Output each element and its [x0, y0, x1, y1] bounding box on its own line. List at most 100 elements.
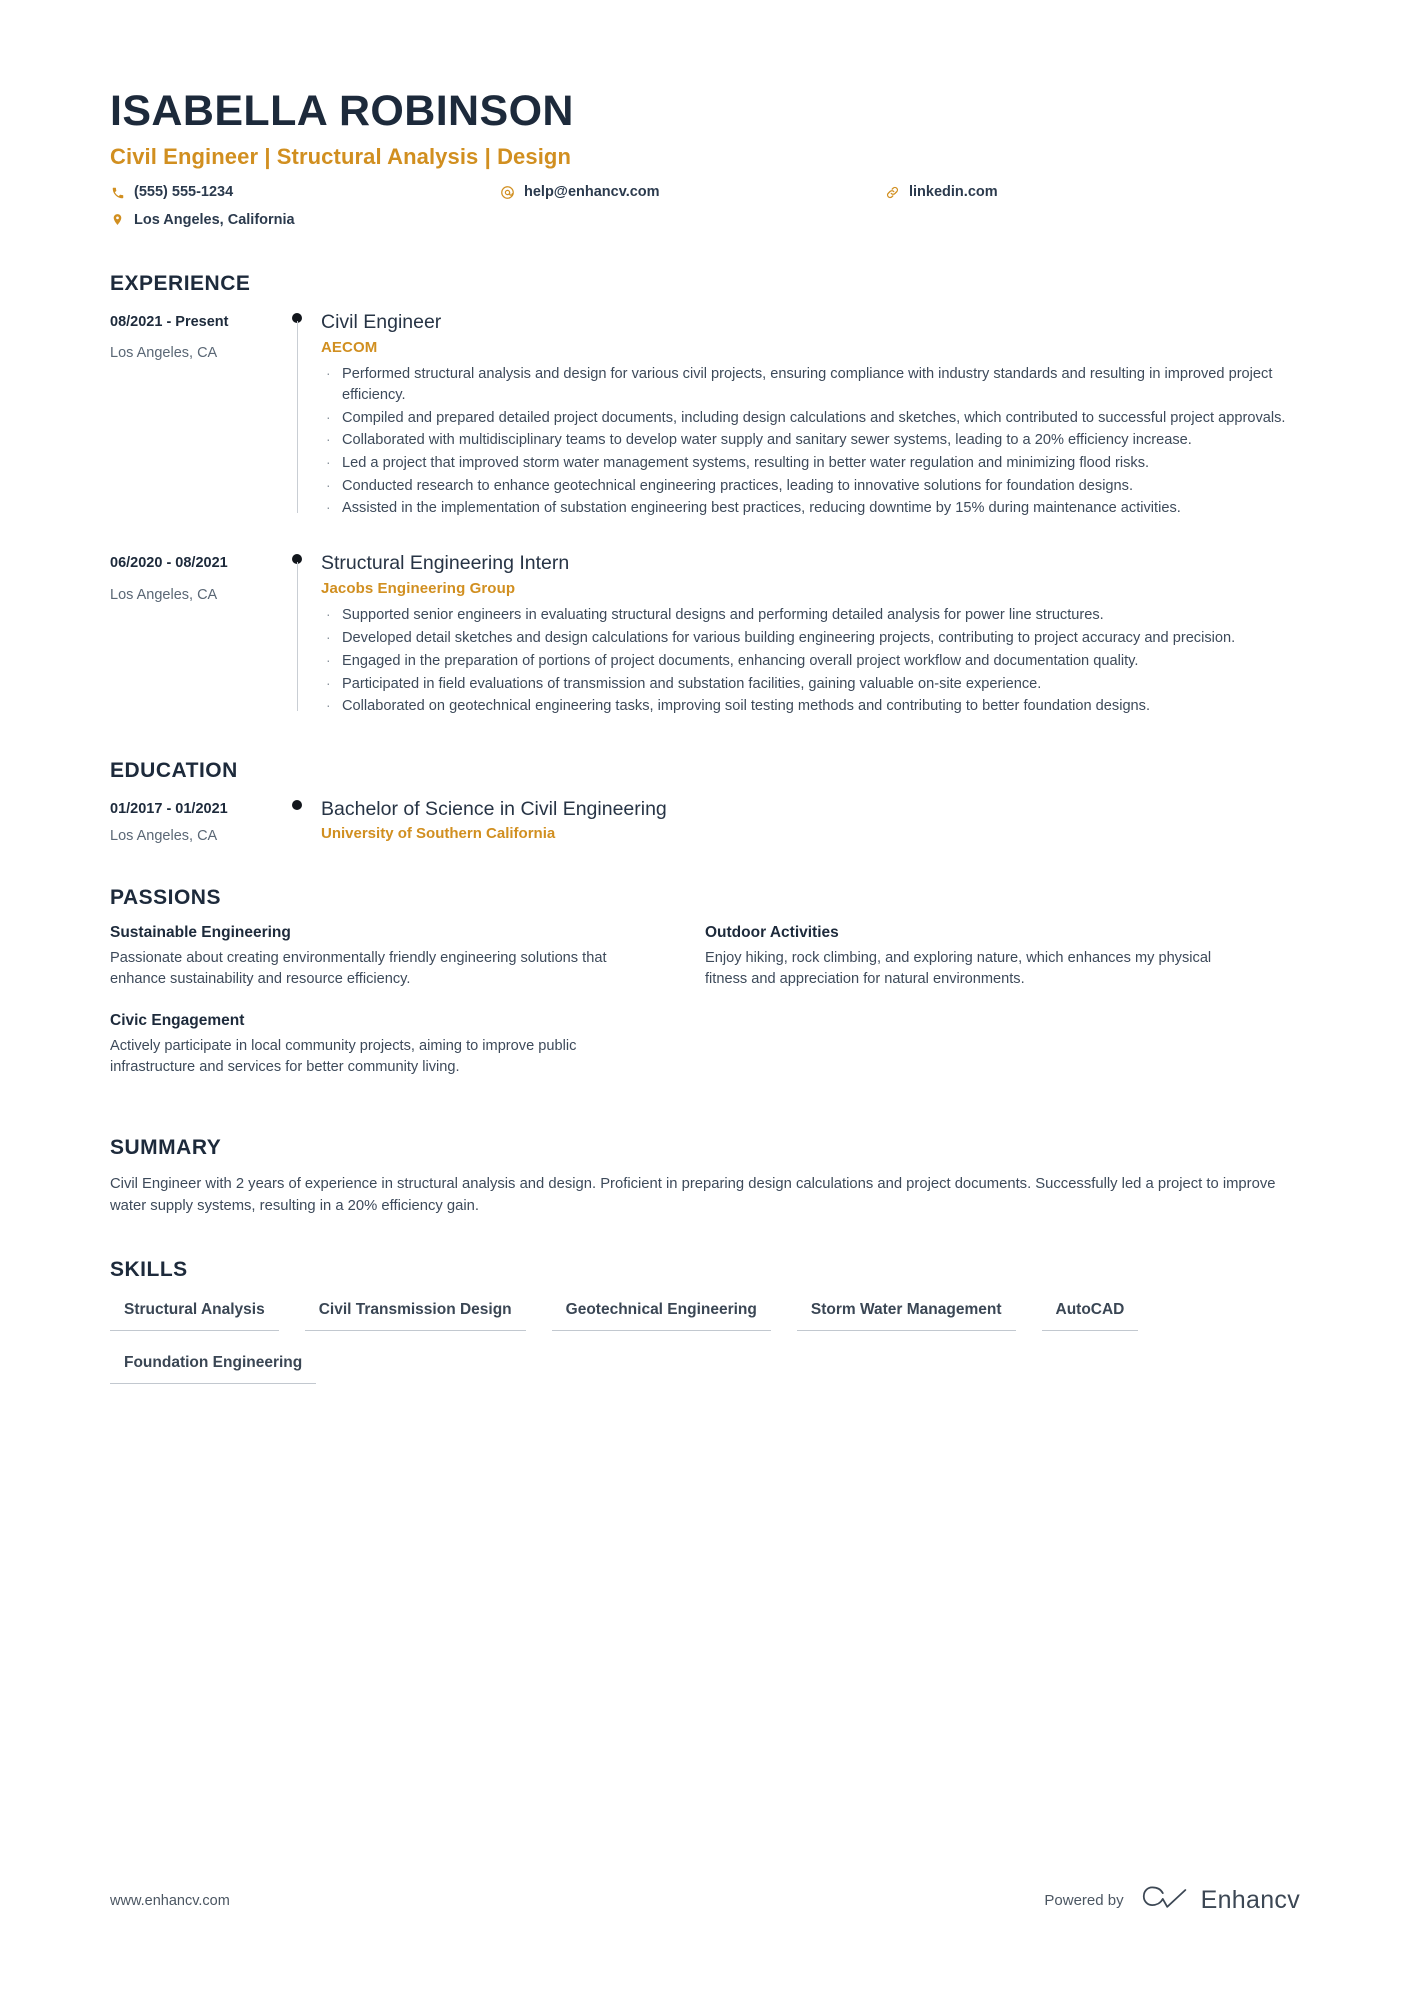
- education-school: University of Southern California: [321, 825, 556, 843]
- timeline-rail: [277, 551, 321, 719]
- experience-entry: 08/2021 - Present Los Angeles, CA Civil …: [110, 310, 1300, 521]
- experience-section-title: EXPERIENCE: [110, 271, 251, 295]
- resume-page: ISABELLA ROBINSON Civil Engineer | Struc…: [0, 0, 1410, 1995]
- education-entry: 01/2017 - 01/2021 Los Angeles, CA Bachel…: [110, 797, 1300, 844]
- bullet-text: Collaborated on geotechnical engineering…: [342, 698, 1151, 715]
- bullet-item: · Conducted research to enhance geotechn…: [321, 476, 1300, 497]
- bullet-item: · Supported senior engineers in evaluati…: [321, 605, 1300, 626]
- contact-row: (555) 555-1234 Los Angeles, California h…: [110, 183, 1300, 237]
- education-entry-date: 01/2017 - 01/2021: [110, 801, 228, 818]
- experience-section: EXPERIENCE 08/2021 - Present Los Angeles…: [110, 272, 1300, 719]
- timeline-rail: [277, 797, 321, 844]
- education-entry-meta: 01/2017 - 01/2021 Los Angeles, CA: [110, 797, 277, 844]
- summary-section-title: SUMMARY: [110, 1136, 222, 1160]
- footer-brand-block: Powered by Enhancv: [1044, 1884, 1300, 1917]
- skill-chip: Civil Transmission Design: [304, 1296, 526, 1332]
- bullet-text: Compiled and prepared detailed project d…: [342, 409, 1286, 426]
- experience-entry-date: 08/2021 - Present: [110, 313, 229, 330]
- bullet-dot-icon: ·: [326, 674, 331, 691]
- passion-text: Enjoy hiking, rock climbing, and explori…: [705, 949, 1212, 987]
- resume-header: ISABELLA ROBINSON Civil Engineer | Struc…: [110, 0, 1300, 238]
- bullet-text: Assisted in the implementation of substa…: [342, 500, 1181, 517]
- experience-entry-role: Structural Engineering Intern: [321, 552, 570, 575]
- bullet-dot-icon: ·: [326, 697, 331, 714]
- contact-email-text: help@enhancv.com: [524, 184, 660, 201]
- passion-title: Outdoor Activities: [705, 923, 839, 941]
- skills-list: Structural Analysis Civil Transmission D…: [110, 1296, 1300, 1402]
- candidate-headline: Civil Engineer | Structural Analysis | D…: [110, 144, 572, 170]
- passion-item: Outdoor Activities Enjoy hiking, rock cl…: [705, 924, 1300, 990]
- experience-entry-meta: 08/2021 - Present Los Angeles, CA: [110, 310, 277, 521]
- education-entry-location: Los Angeles, CA: [110, 827, 218, 844]
- experience-entry-location: Los Angeles, CA: [110, 345, 218, 362]
- bullet-text: Participated in field evaluations of tra…: [342, 675, 1042, 692]
- bullet-dot-icon: ·: [326, 499, 331, 516]
- bullet-item: · Collaborated with multidisciplinary te…: [321, 430, 1300, 451]
- skill-chip: Storm Water Management: [796, 1296, 1016, 1332]
- contact-location: Los Angeles, California: [110, 211, 500, 229]
- bullet-dot-icon: ·: [326, 453, 331, 470]
- experience-entry-bullets: · Performed structural analysis and desi…: [321, 364, 1300, 519]
- skill-chip: Geotechnical Engineering: [551, 1296, 771, 1332]
- passions-grid: Sustainable Engineering Passionate about…: [110, 924, 1300, 1101]
- passion-title: Civic Engagement: [110, 1011, 245, 1029]
- skill-chip: Foundation Engineering: [110, 1349, 317, 1385]
- education-degree: Bachelor of Science in Civil Engineering: [321, 798, 667, 821]
- bullet-dot-icon: ·: [326, 431, 331, 448]
- location-icon: [110, 212, 125, 227]
- experience-entry-date: 06/2020 - 08/2021: [110, 555, 228, 572]
- contact-phone-text: (555) 555-1234: [134, 184, 234, 201]
- phone-icon: [110, 185, 125, 200]
- bullet-dot-icon: ·: [326, 606, 331, 623]
- experience-entry-role: Civil Engineer: [321, 310, 442, 333]
- bullet-dot-icon: ·: [326, 365, 331, 382]
- timeline-dot-icon: [292, 800, 302, 811]
- experience-entry: 06/2020 - 08/2021 Los Angeles, CA Struct…: [110, 551, 1300, 719]
- skills-section-title: SKILLS: [110, 1258, 188, 1282]
- bullet-item: · Led a project that improved storm wate…: [321, 453, 1300, 474]
- contact-email[interactable]: help@enhancv.com: [500, 183, 885, 201]
- candidate-name: ISABELLA ROBINSON: [110, 87, 574, 135]
- timeline-rail: [277, 310, 321, 521]
- contact-column-middle: help@enhancv.com: [500, 183, 885, 210]
- resume-footer: www.enhancv.com Powered by Enhancv: [110, 1884, 1300, 1917]
- education-entry-body: Bachelor of Science in Civil Engineering…: [321, 797, 1300, 844]
- contact-linkedin[interactable]: linkedin.com: [885, 183, 1185, 201]
- email-icon: [500, 185, 515, 200]
- bullet-item: · Performed structural analysis and desi…: [321, 364, 1300, 405]
- experience-entry-bullets: · Supported senior engineers in evaluati…: [321, 605, 1300, 717]
- bullet-dot-icon: ·: [326, 651, 331, 668]
- bullet-dot-icon: ·: [326, 476, 331, 493]
- experience-entry-company: AECOM: [321, 339, 378, 357]
- bullet-text: Performed structural analysis and design…: [342, 366, 1273, 403]
- bullet-text: Led a project that improved storm water …: [342, 454, 1150, 471]
- bullet-item: · Assisted in the implementation of subs…: [321, 498, 1300, 519]
- link-icon: [885, 185, 900, 200]
- experience-entry-location: Los Angeles, CA: [110, 586, 218, 603]
- experience-entry-meta: 06/2020 - 08/2021 Los Angeles, CA: [110, 551, 277, 719]
- education-section-title: EDUCATION: [110, 759, 238, 783]
- skills-section: SKILLS Structural Analysis Civil Transmi…: [110, 1258, 1300, 1402]
- passions-section-title: PASSIONS: [110, 885, 221, 909]
- enhancv-logo: Enhancv: [1142, 1884, 1300, 1917]
- passions-section: PASSIONS Sustainable Engineering Passion…: [110, 886, 1300, 1101]
- contact-location-text: Los Angeles, California: [134, 211, 295, 228]
- skill-chip: Structural Analysis: [110, 1296, 279, 1332]
- bullet-text: Engaged in the preparation of portions o…: [342, 652, 1139, 669]
- bullet-text: Collaborated with multidisciplinary team…: [342, 432, 1192, 449]
- bullet-item: · Developed detail sketches and design c…: [321, 628, 1300, 649]
- footer-website-url[interactable]: www.enhancv.com: [110, 1893, 230, 1909]
- bullet-text: Developed detail sketches and design cal…: [342, 630, 1236, 647]
- bullet-item: · Engaged in the preparation of portions…: [321, 651, 1300, 672]
- bullet-text: Supported senior engineers in evaluating…: [342, 607, 1104, 624]
- summary-section: SUMMARY Civil Engineer with 2 years of e…: [110, 1136, 1300, 1218]
- timeline-line: [296, 562, 298, 712]
- contact-phone[interactable]: (555) 555-1234: [110, 183, 500, 201]
- timeline-line: [296, 320, 298, 514]
- enhancv-wordmark: Enhancv: [1200, 1886, 1300, 1914]
- contact-column-right: linkedin.com: [885, 183, 1185, 210]
- skill-chip: AutoCAD: [1041, 1296, 1139, 1332]
- experience-entry-company: Jacobs Engineering Group: [321, 580, 516, 598]
- passion-title: Sustainable Engineering: [110, 923, 291, 941]
- bullet-item: · Participated in field evaluations of t…: [321, 674, 1300, 695]
